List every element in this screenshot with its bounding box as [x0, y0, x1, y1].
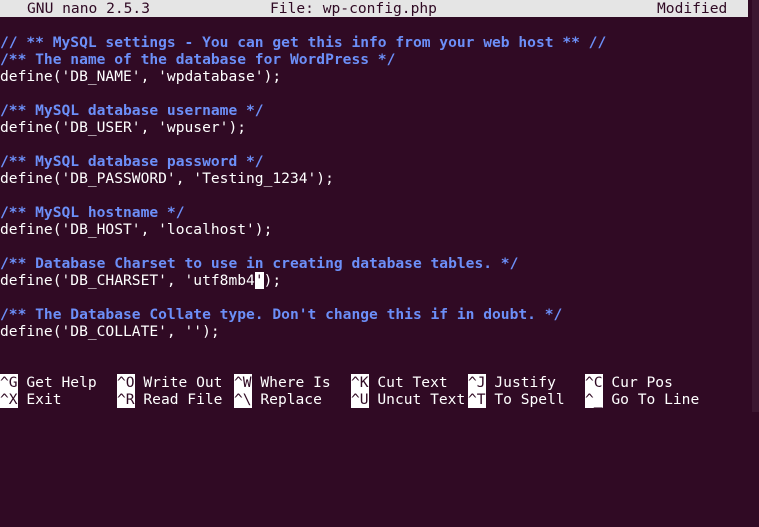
- shortcut-label: Write Out: [143, 374, 223, 391]
- code-line[interactable]: define('DB_HOST', 'localhost');: [0, 221, 272, 238]
- shortcut-label: Cur Pos: [611, 374, 673, 391]
- shortcut-key: ^U: [351, 391, 369, 408]
- shortcut-key: ^O: [117, 374, 135, 391]
- shortcut-replace[interactable]: ^\ Replace: [234, 391, 322, 408]
- shortcut-justify[interactable]: ^J Justify: [468, 374, 556, 391]
- code-line[interactable]: define('DB_USER', 'wpuser');: [0, 119, 246, 136]
- code-line[interactable]: /** MySQL database username */: [0, 102, 264, 119]
- shortcut-cut-text[interactable]: ^K Cut Text: [351, 374, 448, 391]
- code-line[interactable]: /** MySQL database password */: [0, 153, 264, 170]
- file-name: File: wp-config.php: [270, 0, 437, 17]
- shortcut-key: ^K: [351, 374, 369, 391]
- shortcut-key: ^X: [0, 391, 18, 408]
- modified-status: Modified: [657, 0, 728, 17]
- shortcut-key: ^G: [0, 374, 18, 391]
- shortcut-exit[interactable]: ^X Exit: [0, 391, 62, 408]
- shortcut-key: ^\: [234, 391, 252, 408]
- shortcut-write-out[interactable]: ^O Write Out: [117, 374, 222, 391]
- shortcut-label: Go To Line: [611, 391, 700, 408]
- shortcut-key: ^T: [468, 391, 486, 408]
- shortcut-label: To Spell: [494, 391, 565, 408]
- text-cursor: ': [254, 272, 264, 289]
- shortcut-go-to-line[interactable]: ^_ Go To Line: [585, 391, 699, 408]
- terminal-window[interactable]: GNU nano 2.5.3 File: wp-config.php Modif…: [0, 0, 752, 412]
- code-line[interactable]: /** MySQL hostname */: [0, 204, 185, 221]
- code-text: define('DB_CHARSET', 'utf8mb4: [0, 272, 255, 289]
- nano-titlebar: GNU nano 2.5.3 File: wp-config.php Modif…: [0, 0, 748, 17]
- code-line[interactable]: /** Database Charset to use in creating …: [0, 255, 518, 272]
- code-line[interactable]: define('DB_NAME', 'wpdatabase');: [0, 68, 281, 85]
- shortcut-key: ^_: [585, 391, 603, 408]
- shortcut-uncut-text[interactable]: ^U Uncut Text: [351, 391, 465, 408]
- shortcut-cur-pos[interactable]: ^C Cur Pos: [585, 374, 673, 391]
- shortcut-row-1: ^G Get Help ^O Write Out ^W Where Is ^K …: [0, 374, 752, 391]
- shortcut-where-is[interactable]: ^W Where Is: [234, 374, 331, 391]
- shortcut-to-spell[interactable]: ^T To Spell: [468, 391, 565, 408]
- terminal-scrollbar[interactable]: [752, 0, 759, 412]
- shortcut-label: Uncut Text: [377, 391, 466, 408]
- shortcut-key: ^W: [234, 374, 252, 391]
- shortcut-label: Cut Text: [377, 374, 448, 391]
- shortcut-label: Exit: [26, 391, 62, 408]
- shortcut-label: Where Is: [260, 374, 331, 391]
- code-line[interactable]: // ** MySQL settings - You can get this …: [0, 34, 606, 51]
- shortcut-label: Get Help: [26, 374, 97, 391]
- code-line[interactable]: define('DB_COLLATE', '');: [0, 323, 220, 340]
- shortcut-row-2: ^X Exit ^R Read File ^\ Replace ^U Uncut…: [0, 391, 752, 408]
- shortcut-get-help[interactable]: ^G Get Help: [0, 374, 97, 391]
- shortcut-label: Replace: [260, 391, 322, 408]
- code-line[interactable]: /** The name of the database for WordPre…: [0, 51, 395, 68]
- shortcut-read-file[interactable]: ^R Read File: [117, 391, 222, 408]
- shortcut-key: ^J: [468, 374, 486, 391]
- shortcut-key: ^C: [585, 374, 603, 391]
- code-line-current[interactable]: define('DB_CHARSET', 'utf8mb4');: [0, 272, 281, 289]
- code-line[interactable]: /** The Database Collate type. Don't cha…: [0, 306, 562, 323]
- app-version: GNU nano 2.5.3: [27, 0, 151, 17]
- shortcut-label: Justify: [494, 374, 556, 391]
- shortcut-label: Read File: [143, 391, 223, 408]
- code-line[interactable]: define('DB_PASSWORD', 'Testing_1234');: [0, 170, 334, 187]
- code-text: );: [263, 272, 282, 289]
- shortcut-key: ^R: [117, 391, 135, 408]
